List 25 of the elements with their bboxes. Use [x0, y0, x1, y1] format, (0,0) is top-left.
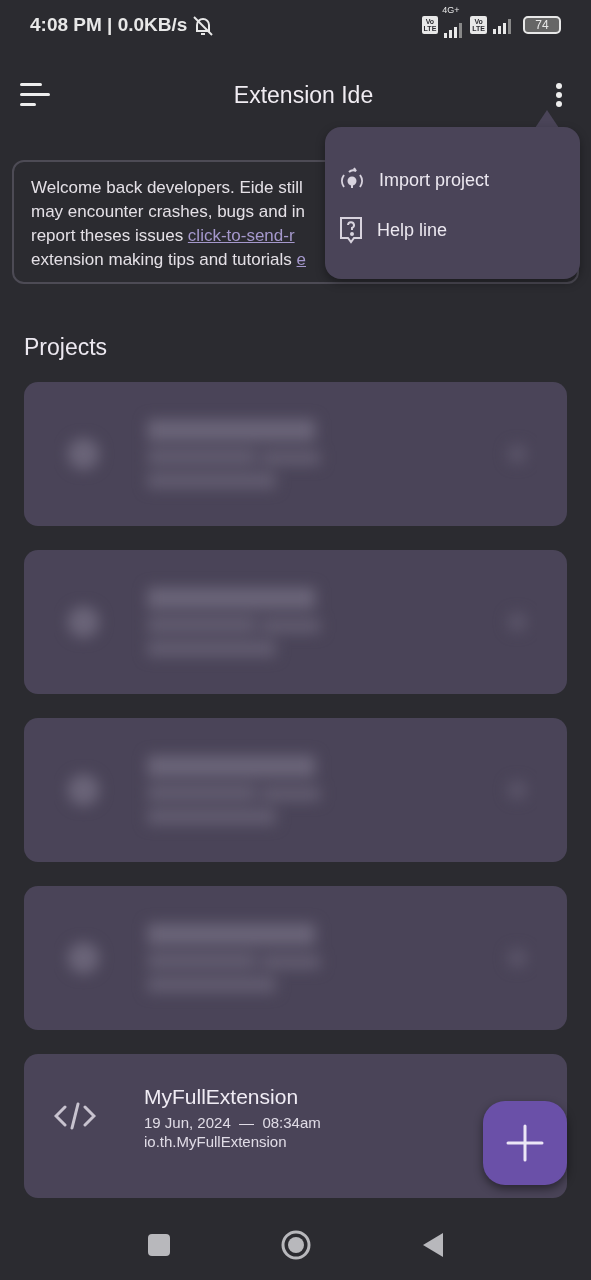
- menu-item[interactable]: Import project: [325, 155, 580, 205]
- project-card[interactable]: MyFullExtension 19 Jun, 2024 — 08:34am io.th.MyFullExtension: [24, 1054, 567, 1198]
- banner-text: Welcome back developers. Eide still: [31, 177, 303, 199]
- project-date: 19 Jun, 2024 — 08:34am: [144, 1112, 321, 1132]
- more-options-button[interactable]: [555, 82, 563, 108]
- battery-indicator: 74: [523, 16, 561, 34]
- menu-button[interactable]: [20, 82, 52, 108]
- banner-link[interactable]: click-to-send-r: [187, 224, 295, 248]
- status-time: 4:08 PM | 0.0KB/s: [30, 12, 188, 37]
- banner-text: may encounter crashes, bugs and in: [31, 201, 306, 223]
- app-title: Extension Ide: [233, 80, 374, 110]
- add-project-button[interactable]: [483, 1101, 567, 1185]
- section-heading: Projects: [24, 333, 109, 362]
- project-package: io.th.MyFullExtension: [144, 1131, 288, 1151]
- banner-text: extension making tips and tutorials: [31, 249, 293, 271]
- code-icon: [54, 1101, 96, 1131]
- home-button[interactable]: [280, 1230, 311, 1260]
- recents-button[interactable]: [146, 1233, 171, 1257]
- network-type: 4G+: [442, 6, 461, 16]
- project-name: MyFullExtension: [144, 1084, 300, 1111]
- plus-icon: [506, 1124, 544, 1162]
- help-icon: [339, 216, 363, 244]
- banner-link[interactable]: e: [296, 248, 306, 272]
- menu-item[interactable]: Help line: [325, 205, 580, 255]
- banner-text: report theses issues: [31, 225, 185, 247]
